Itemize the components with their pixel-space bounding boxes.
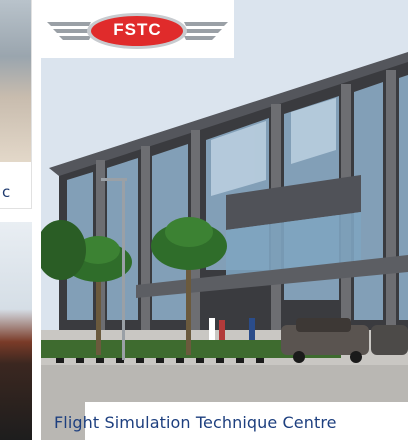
logo-text: FSTC xyxy=(113,20,162,39)
main-caption: Flight Simulation Technique Centre xyxy=(54,413,337,432)
left-card-top[interactable]: c xyxy=(0,0,32,210)
left-card-bottom-photo[interactable] xyxy=(0,222,32,440)
main-photo[interactable]: FSTC xyxy=(41,0,408,440)
logo-box[interactable]: FSTC xyxy=(41,0,234,58)
building-scene xyxy=(41,0,408,440)
